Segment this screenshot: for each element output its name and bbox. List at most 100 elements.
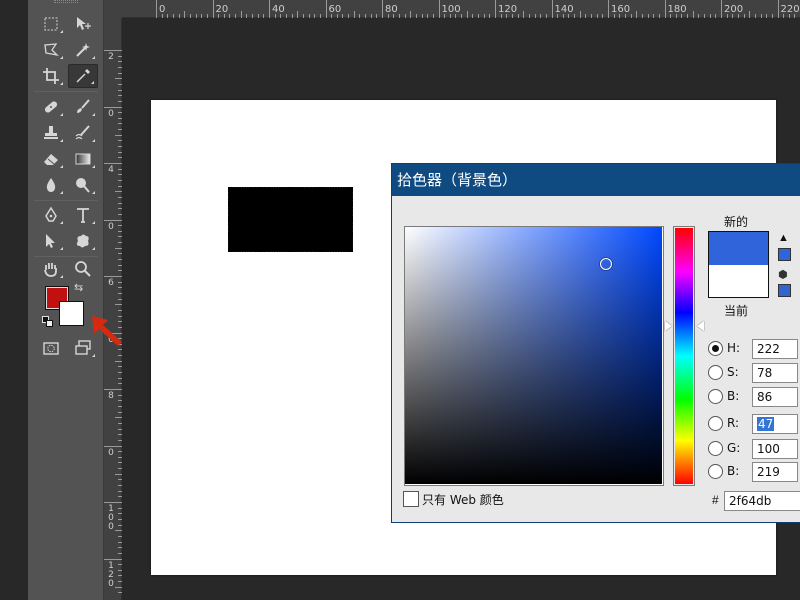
ruler-major-tick	[495, 0, 496, 18]
blur-icon[interactable]	[36, 173, 66, 197]
ruler-minor-tick	[118, 372, 122, 374]
move-icon[interactable]	[68, 12, 98, 36]
ruler-minor-tick	[297, 11, 299, 18]
dialog-title[interactable]: 拾色器（背景色）	[392, 164, 800, 196]
panel-grip[interactable]	[54, 0, 78, 3]
radio-s[interactable]	[708, 365, 723, 380]
quick-mask-icon[interactable]	[36, 336, 66, 360]
ruler-minor-tick	[118, 547, 122, 549]
selected-black-rectangle[interactable]	[228, 187, 353, 252]
shape-icon[interactable]	[68, 229, 98, 253]
ruler-minor-tick	[393, 14, 395, 18]
eraser-icon[interactable]	[36, 147, 66, 171]
input-g[interactable]: 100	[752, 439, 798, 459]
warning-icon[interactable]: ▲	[778, 232, 789, 244]
ruler-major-tick	[156, 0, 157, 18]
background-color-swatch[interactable]	[59, 301, 84, 326]
current-color-swatch[interactable]	[709, 265, 768, 297]
ruler-minor-tick	[681, 14, 683, 18]
ruler-minor-tick	[557, 14, 559, 18]
history-brush-icon[interactable]	[68, 121, 98, 145]
ruler-origin[interactable]	[104, 0, 122, 18]
ruler-minor-tick	[118, 230, 122, 232]
ruler-minor-tick	[704, 14, 706, 18]
healing-brush-icon[interactable]	[36, 95, 66, 119]
radio-brightness[interactable]	[708, 389, 723, 404]
path-selection-icon[interactable]	[36, 229, 66, 253]
clone-stamp-icon[interactable]	[36, 121, 66, 145]
ruler-major-tick	[104, 445, 122, 447]
eyedropper-icon[interactable]	[68, 64, 98, 88]
ruler-label: 120	[108, 560, 114, 589]
ruler-minor-tick	[118, 72, 122, 74]
input-s[interactable]: 78	[752, 363, 798, 383]
radio-r[interactable]	[708, 416, 723, 431]
hue-slider-left-arrow[interactable]	[665, 321, 672, 331]
ruler-minor-tick	[579, 11, 581, 18]
magic-wand-icon[interactable]	[68, 38, 98, 62]
hue-slider[interactable]	[675, 228, 693, 484]
ruler-minor-tick	[574, 14, 576, 18]
label-blue: B:	[727, 464, 740, 478]
ruler-minor-tick	[715, 14, 717, 18]
type-icon[interactable]	[68, 203, 98, 227]
ruler-minor-tick	[517, 14, 519, 18]
radio-g[interactable]	[708, 441, 723, 456]
input-r-selected-text: 47	[757, 417, 775, 431]
ruler-major-tick	[104, 219, 122, 221]
ruler-minor-tick	[115, 134, 122, 136]
ruler-minor-tick	[195, 14, 197, 18]
input-brightness[interactable]: 86	[752, 387, 798, 407]
input-blue[interactable]: 219	[752, 462, 798, 482]
ruler-minor-tick	[489, 14, 491, 18]
ruler-minor-tick	[359, 14, 361, 18]
hand-icon[interactable]	[36, 257, 66, 281]
ruler-minor-tick	[118, 66, 122, 68]
ruler-minor-tick	[365, 14, 367, 18]
crop-icon[interactable]	[36, 64, 66, 88]
hue-slider-right-arrow[interactable]	[697, 321, 704, 331]
ruler-minor-tick	[246, 14, 248, 18]
web-safe-cube-icon[interactable]: ⬢	[778, 268, 788, 281]
web-safe-swatch[interactable]	[778, 284, 791, 297]
ruler-minor-tick	[404, 14, 406, 18]
swap-colors-icon[interactable]: ⇆	[74, 282, 86, 294]
color-field[interactable]	[405, 227, 662, 484]
ruler-minor-tick	[636, 11, 638, 18]
ruler-minor-tick	[118, 83, 122, 85]
ruler-minor-tick	[118, 575, 122, 577]
ruler-minor-tick	[118, 259, 122, 261]
radio-h[interactable]	[708, 341, 723, 356]
brush-icon[interactable]	[68, 95, 98, 119]
ruler-minor-tick	[118, 270, 122, 272]
gamut-warning-swatch[interactable]	[778, 248, 791, 261]
ruler-minor-tick	[118, 400, 122, 402]
radio-blue[interactable]	[708, 464, 723, 479]
ruler-minor-tick	[118, 468, 122, 470]
marquee-icon[interactable]	[36, 12, 66, 36]
ruler-minor-tick	[698, 14, 700, 18]
input-h[interactable]: 222	[752, 339, 798, 359]
ruler-minor-tick	[118, 479, 122, 481]
ruler-minor-tick	[771, 14, 773, 18]
color-picker-circle[interactable]	[600, 258, 612, 270]
ruler-minor-tick	[118, 117, 122, 119]
vertical-ruler[interactable]: 20406080100120	[104, 18, 122, 600]
default-colors-icon[interactable]	[42, 316, 54, 328]
ruler-minor-tick	[118, 355, 122, 357]
ruler-minor-tick	[118, 242, 122, 244]
dodge-icon[interactable]	[68, 173, 98, 197]
zoom-icon[interactable]	[68, 257, 98, 281]
ruler-minor-tick	[118, 564, 122, 566]
hex-input[interactable]: 2f64db	[724, 491, 800, 511]
web-colors-only-checkbox[interactable]	[403, 491, 419, 507]
ruler-minor-tick	[118, 202, 122, 204]
ruler-minor-tick	[653, 14, 655, 18]
gradient-icon[interactable]	[68, 147, 98, 171]
lasso-icon[interactable]	[36, 38, 66, 62]
horizontal-ruler[interactable]: 0 20 40 60 80 100 120 140 160 180 200 220	[122, 0, 800, 18]
ruler-minor-tick	[115, 191, 122, 193]
ruler-minor-tick	[709, 14, 711, 18]
input-r[interactable]: 47	[752, 414, 798, 434]
pen-icon[interactable]	[36, 203, 66, 227]
